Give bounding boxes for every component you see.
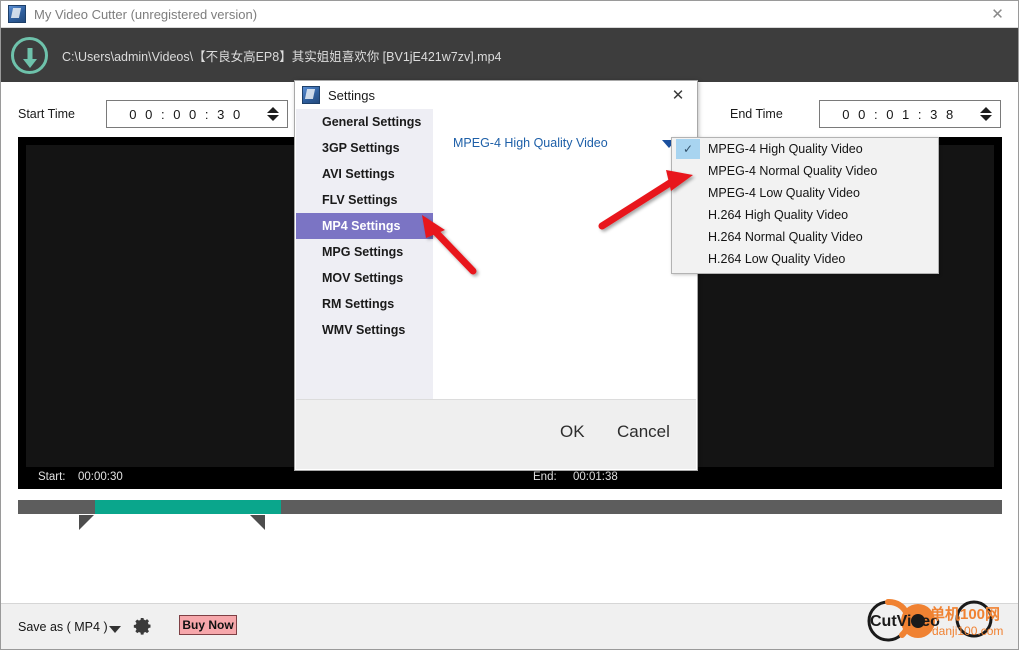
sidebar-item-mov-settings[interactable]: MOV Settings [296, 265, 433, 291]
app-window: My Video Cutter (unregistered version) ✕… [0, 0, 1019, 650]
start-time-input[interactable]: 0 0 : 0 0 : 3 0 [106, 100, 288, 128]
spinner-down-icon[interactable] [267, 115, 279, 121]
quality-combobox-value[interactable]: MPEG-4 High Quality Video [453, 136, 608, 150]
end-time-value: 0 0 : 0 1 : 3 8 [842, 106, 956, 122]
file-path-bar: C:\Users\admin\Videos\【不良女高EP8】其实姐姐喜欢你 [… [1, 28, 1018, 82]
end-time-input[interactable]: 0 0 : 0 1 : 3 8 [819, 100, 1001, 128]
preview-start-value: 00:00:30 [78, 471, 123, 483]
gear-icon[interactable] [133, 616, 153, 636]
dropdown-item-h264-normal[interactable]: H.264 Normal Quality Video [672, 226, 938, 248]
trim-handle-left[interactable] [79, 515, 94, 530]
sidebar-item-mpg-settings[interactable]: MPG Settings [296, 239, 433, 265]
dropdown-item-h264-low[interactable]: H.264 Low Quality Video [672, 248, 938, 270]
window-title: My Video Cutter (unregistered version) [34, 6, 258, 22]
dropdown-item-label: MPEG-4 High Quality Video [708, 142, 863, 156]
spinner-up-icon[interactable] [267, 107, 279, 113]
start-time-value: 0 0 : 0 0 : 3 0 [129, 106, 243, 122]
dropdown-second-item[interactable]: MPEG-4 Normal Quality Video [672, 160, 938, 182]
sidebar-item-flv-settings[interactable]: FLV Settings [296, 187, 433, 213]
preview-start-label: Start: [38, 471, 66, 483]
file-info-panel: Filename: 【不良女高EP8】其实姐姐喜欢你 [BV1jE421w7zv… [1, 534, 1018, 604]
check-icon: ✓ [676, 139, 700, 159]
settings-content-pane: MPEG-4 High Quality Video [433, 109, 696, 400]
settings-dialog: Settings ✕ General Settings 3GP Settings… [294, 80, 698, 471]
spinner-down-icon[interactable] [980, 115, 992, 121]
ok-button[interactable]: OK [560, 422, 585, 442]
dropdown-item-label: H.264 High Quality Video [708, 208, 849, 222]
settings-nav-list: General Settings 3GP Settings AVI Settin… [296, 109, 433, 400]
mp4-settings-nav-item[interactable]: MP4 Settings [296, 213, 433, 239]
quality-dropdown-list[interactable]: ✓ MPEG-4 High Quality Video MPEG-4 Norma… [671, 137, 939, 274]
timeline-track[interactable] [18, 500, 1002, 514]
sidebar-item-wmv-settings[interactable]: WMV Settings [296, 317, 433, 343]
buy-now-button[interactable]: Buy Now [179, 615, 237, 635]
start-time-label: Start Time [18, 107, 75, 121]
end-time-spinner[interactable] [980, 107, 992, 121]
dropdown-item-label: MPEG-4 Low Quality Video [708, 186, 860, 200]
dropdown-item-label: H.264 Normal Quality Video [708, 230, 863, 244]
cancel-button[interactable]: Cancel [617, 422, 670, 442]
app-window-icon [302, 86, 320, 104]
dropdown-item-mpeg4-low[interactable]: MPEG-4 Low Quality Video [672, 182, 938, 204]
dropdown-item-mpeg4-high[interactable]: ✓ MPEG-4 High Quality Video [672, 138, 938, 160]
app-window-icon [8, 5, 26, 23]
bottom-toolbar: Save as ( MP4 ) [1, 603, 1018, 649]
dropdown-item-h264-high[interactable]: H.264 High Quality Video [672, 204, 938, 226]
timeline-selection[interactable] [95, 500, 281, 514]
chevron-down-icon[interactable] [109, 626, 121, 633]
spinner-up-icon[interactable] [980, 107, 992, 113]
end-time-label: End Time [730, 107, 783, 121]
start-time-spinner[interactable] [267, 107, 279, 121]
titlebar: My Video Cutter (unregistered version) ✕ [1, 1, 1018, 28]
trim-handle-right[interactable] [250, 515, 265, 530]
dropdown-item-label: MPEG-4 Normal Quality Video [708, 164, 878, 178]
file-path-text: C:\Users\admin\Videos\【不良女高EP8】其实姐姐喜欢你 [… [62, 49, 502, 64]
dropdown-item-label: H.264 Low Quality Video [708, 252, 846, 266]
settings-dialog-titlebar: Settings ✕ [295, 81, 697, 109]
close-icon[interactable]: ✕ [663, 83, 693, 107]
download-arrow-icon[interactable] [11, 36, 48, 74]
sidebar-item-3gp-settings[interactable]: 3GP Settings [296, 135, 433, 161]
preview-end-label: End: [533, 471, 557, 483]
save-as-label[interactable]: Save as ( MP4 ) [18, 620, 108, 634]
settings-dialog-title: Settings [328, 87, 375, 103]
sidebar-item-rm-settings[interactable]: RM Settings [296, 291, 433, 317]
preview-end-value: 00:01:38 [573, 471, 618, 483]
sidebar-item-avi-settings[interactable]: AVI Settings [296, 161, 433, 187]
close-icon[interactable]: ✕ [975, 1, 1018, 27]
sidebar-item-general-settings[interactable]: General Settings [296, 109, 433, 135]
settings-dialog-footer: OK Cancel [296, 399, 696, 469]
